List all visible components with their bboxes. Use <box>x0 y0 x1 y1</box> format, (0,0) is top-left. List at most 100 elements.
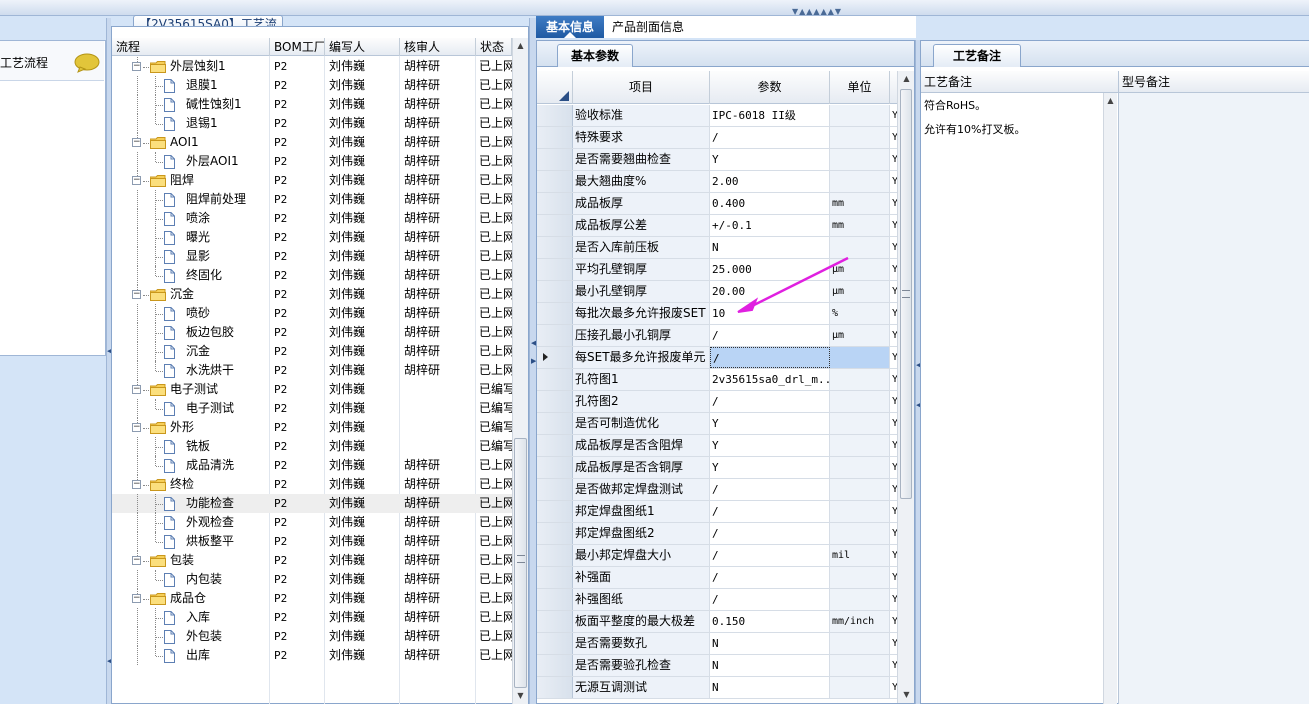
param-value-cell[interactable]: Y <box>710 413 830 434</box>
row-header[interactable] <box>537 237 573 258</box>
row-header[interactable] <box>537 303 573 324</box>
row-header[interactable] <box>537 633 573 654</box>
tree-step-row[interactable]: 电子测试 P2 刘伟巍 已编写 <box>112 399 512 418</box>
param-value-cell[interactable]: / <box>710 127 830 148</box>
tree-group-row[interactable]: − 包装 P2 刘伟巍 胡梓研 已上网 <box>112 551 512 570</box>
middle-splitter[interactable]: ◀ ▶ <box>529 18 536 704</box>
param-row[interactable]: 是否可制造优化YY <box>537 413 897 435</box>
param-value-cell[interactable]: / <box>710 479 830 500</box>
tree-step-row[interactable]: 显影 P2 刘伟巍 胡梓研 已上网 <box>112 247 512 266</box>
row-header[interactable] <box>537 567 573 588</box>
tree-step-row[interactable]: 板边包胶 P2 刘伟巍 胡梓研 已上网 <box>112 323 512 342</box>
comment-icon[interactable] <box>74 53 100 73</box>
tree-group-row[interactable]: − 外形 P2 刘伟巍 已编写 <box>112 418 512 437</box>
param-row[interactable]: 特殊要求/ Y <box>537 127 897 149</box>
param-row[interactable]: 是否需要数孔N Y <box>537 633 897 655</box>
model-notes-column[interactable]: 型号备注 <box>1119 71 1309 704</box>
tree-step-row[interactable]: 退膜1 P2 刘伟巍 胡梓研 已上网 <box>112 76 512 95</box>
row-header[interactable] <box>537 105 573 126</box>
row-header[interactable] <box>537 347 573 368</box>
param-row[interactable]: 成品板厚是否含铜厚YY <box>537 457 897 479</box>
param-value-cell[interactable]: +/-0.1 <box>710 215 830 236</box>
param-value-cell[interactable]: 2.00 <box>710 171 830 192</box>
tree-step-row[interactable]: 喷涂 P2 刘伟巍 胡梓研 已上网 <box>112 209 512 228</box>
row-header[interactable] <box>537 655 573 676</box>
tree-group-row[interactable]: − 电子测试 P2 刘伟巍 已编写 <box>112 380 512 399</box>
row-header[interactable] <box>537 413 573 434</box>
tree-step-row[interactable]: 沉金 P2 刘伟巍 胡梓研 已上网 <box>112 342 512 361</box>
param-row[interactable]: 孔符图2/ Y <box>537 391 897 413</box>
top-splitter-grip[interactable]: ▼▲▲▲▲▲▼ <box>786 8 848 16</box>
params-scroll-thumb[interactable] <box>900 89 912 499</box>
scroll-down-arrow-icon[interactable]: ▼ <box>513 688 528 703</box>
row-header[interactable] <box>537 479 573 500</box>
row-header[interactable] <box>537 611 573 632</box>
param-value-cell[interactable]: / <box>710 391 830 412</box>
param-row[interactable]: 成品板厚0.400mmY <box>537 193 897 215</box>
row-header[interactable] <box>537 677 573 698</box>
expander-minus-icon[interactable]: − <box>132 138 141 147</box>
tree-group-row[interactable]: − 外层蚀刻1 P2 刘伟巍 胡梓研 已上网 <box>112 57 512 76</box>
tree-step-row[interactable]: 终固化 P2 刘伟巍 胡梓研 已上网 <box>112 266 512 285</box>
expander-minus-icon[interactable]: − <box>132 480 141 489</box>
tree-group-row[interactable]: − 阻焊 P2 刘伟巍 胡梓研 已上网 <box>112 171 512 190</box>
tree-step-row[interactable]: 曝光 P2 刘伟巍 胡梓研 已上网 <box>112 228 512 247</box>
expander-minus-icon[interactable]: − <box>132 423 141 432</box>
row-header[interactable] <box>537 325 573 346</box>
param-row[interactable]: 成品板厚公差+/-0.1mmY <box>537 215 897 237</box>
column-header-item[interactable]: 项目 <box>573 71 710 104</box>
row-header[interactable] <box>537 545 573 566</box>
tab-product-profile[interactable]: 产品剖面信息 <box>612 16 702 38</box>
param-value-cell[interactable]: / <box>710 567 830 588</box>
tree-step-row[interactable]: 喷砂 P2 刘伟巍 胡梓研 已上网 <box>112 304 512 323</box>
row-header[interactable] <box>537 457 573 478</box>
tree-step-row[interactable]: 成品清洗 P2 刘伟巍 胡梓研 已上网 <box>112 456 512 475</box>
tree-step-row[interactable]: 出库 P2 刘伟巍 胡梓研 已上网 <box>112 646 512 665</box>
param-value-cell[interactable]: / <box>710 501 830 522</box>
param-row[interactable]: 邦定焊盘图纸2/ Y <box>537 523 897 545</box>
param-value-cell[interactable]: / <box>710 545 830 566</box>
tree-group-row[interactable]: − 沉金 P2 刘伟巍 胡梓研 已上网 <box>112 285 512 304</box>
param-value-cell[interactable]: Y <box>710 149 830 170</box>
param-row[interactable]: 是否做邦定焊盘测试/ Y <box>537 479 897 501</box>
left-panel-header[interactable]: 工艺流程 <box>0 41 104 81</box>
row-header[interactable] <box>537 215 573 236</box>
tree-step-row[interactable]: 碱性蚀刻1 P2 刘伟巍 胡梓研 已上网 <box>112 95 512 114</box>
row-header[interactable] <box>537 171 573 192</box>
tree-group-row[interactable]: − 成品仓 P2 刘伟巍 胡梓研 已上网 <box>112 589 512 608</box>
param-value-cell[interactable]: 0.150 <box>710 611 830 632</box>
param-row[interactable]: 验收标准IPC-6018 II级 Y <box>537 105 897 127</box>
column-header-flow[interactable]: 流程 <box>112 38 270 56</box>
params-scrollbar[interactable]: ▲ ▼ <box>897 71 914 703</box>
row-header[interactable] <box>537 589 573 610</box>
param-row[interactable]: 板面平整度的最大极差0.150mm/inchY <box>537 611 897 633</box>
expander-minus-icon[interactable]: − <box>132 594 141 603</box>
tree-group-row[interactable]: − AOI1 P2 刘伟巍 胡梓研 已上网 <box>112 133 512 152</box>
grid-corner[interactable] <box>537 71 573 104</box>
param-value-cell[interactable]: N <box>710 633 830 654</box>
notes-scrollbar[interactable]: ▲ <box>1103 93 1117 704</box>
tree-step-row[interactable]: 水洗烘干 P2 刘伟巍 胡梓研 已上网 <box>112 361 512 380</box>
process-tree-scroll-thumb[interactable] <box>514 438 527 688</box>
expander-minus-icon[interactable]: − <box>132 62 141 71</box>
tab-basic-params[interactable]: 基本参数 <box>557 44 633 67</box>
param-value-cell[interactable]: Y <box>710 435 830 456</box>
tree-group-row[interactable]: − 终检 P2 刘伟巍 胡梓研 已上网 <box>112 475 512 494</box>
process-flow-label[interactable]: 工艺流程 <box>0 54 60 70</box>
param-row[interactable]: 成品板厚是否含阻焊YY <box>537 435 897 457</box>
param-row[interactable]: 是否需要翘曲检查YY <box>537 149 897 171</box>
tree-step-row[interactable]: 外层AOI1 P2 刘伟巍 胡梓研 已上网 <box>112 152 512 171</box>
row-header[interactable] <box>537 369 573 390</box>
param-row[interactable]: 最大翘曲度%2.00 Y <box>537 171 897 193</box>
tree-step-row[interactable]: 内包装 P2 刘伟巍 胡梓研 已上网 <box>112 570 512 589</box>
param-row[interactable]: 补强图纸/ Y <box>537 589 897 611</box>
column-header-author[interactable]: 编写人 <box>325 38 400 56</box>
param-row[interactable]: 最小邦定焊盘大小/milY <box>537 545 897 567</box>
row-header[interactable] <box>537 193 573 214</box>
tree-step-row[interactable]: 功能检查 P2 刘伟巍 胡梓研 已上网 <box>112 494 512 513</box>
expander-minus-icon[interactable]: − <box>132 290 141 299</box>
param-row[interactable]: 补强面/ Y <box>537 567 897 589</box>
row-header[interactable] <box>537 259 573 280</box>
param-row[interactable]: 孔符图12v35615sa0_drl_m... Y <box>537 369 897 391</box>
scroll-up-arrow-icon[interactable]: ▲ <box>513 38 528 53</box>
